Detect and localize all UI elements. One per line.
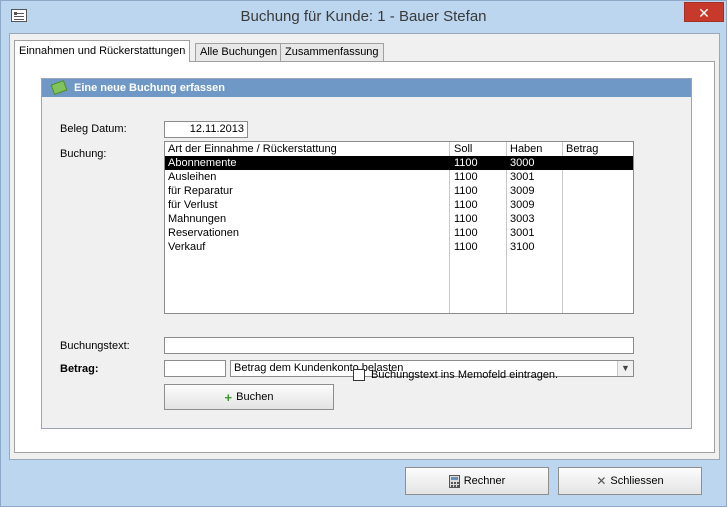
list-item[interactable]: für Verlust 1100 3009 (165, 198, 633, 212)
list-cell-haben: 3100 (510, 241, 535, 253)
close-button[interactable]: ✕ (684, 2, 724, 22)
list-cell-art: Mahnungen (168, 213, 227, 225)
list-cell-haben: 3000 (510, 157, 535, 169)
chevron-down-icon[interactable]: ▼ (617, 361, 633, 376)
ticket-icon (50, 79, 68, 96)
list-cell-soll: 1100 (454, 157, 478, 169)
list-cell-art: Verkauf (168, 241, 206, 253)
buchen-button[interactable]: + Buchen (164, 384, 334, 410)
column-header-art: Art der Einnahme / Rückerstattung (168, 143, 337, 155)
section-title: Eine neue Buchung erfassen (74, 82, 225, 94)
section-header: Eine neue Buchung erfassen (42, 79, 691, 97)
column-header-betrag: Betrag (566, 143, 599, 155)
list-cell-haben: 3009 (510, 199, 535, 211)
tab-einnahmen[interactable]: Einnahmen und Rückerstattungen (14, 40, 191, 62)
column-header-haben: Haben (510, 143, 543, 155)
tab-zusammenfassung[interactable]: Zusammenfassung (280, 43, 384, 62)
list-cell-soll: 1100 (454, 213, 478, 225)
dialog-window: Buchung für Kunde: 1 - Bauer Stefan ✕ Ei… (0, 0, 727, 507)
list-rows: Abonnemente 1100 3000 Ausleihen 1100 3001 für … (165, 156, 633, 254)
title-bar: Buchung für Kunde: 1 - Bauer Stefan ✕ (1, 1, 726, 33)
list-cell-haben: 3001 (510, 227, 535, 239)
schliessen-label: Schliessen (610, 475, 664, 487)
list-item[interactable]: Verkauf 1100 3100 (165, 240, 633, 254)
list-cell-soll: 1100 (454, 171, 478, 183)
betrag-label: Betrag: (60, 363, 99, 375)
booking-type-list[interactable]: Art der Einnahme / Rückerstattung Soll H… (164, 141, 634, 314)
window-title: Buchung für Kunde: 1 - Bauer Stefan (240, 8, 487, 25)
tab-alle-buchungen[interactable]: Alle Buchungen (195, 43, 283, 62)
memo-checkbox-label[interactable]: Buchungstext ins Memofeld eintragen. (371, 369, 558, 381)
column-header-soll: Soll (454, 143, 473, 155)
beleg-datum-field[interactable]: 12.11.2013 (164, 121, 248, 138)
list-cell-soll: 1100 (454, 227, 478, 239)
schliessen-button[interactable]: ✕ Schliessen (558, 467, 702, 495)
list-cell-soll: 1100 (454, 199, 478, 211)
list-header: Art der Einnahme / Rückerstattung Soll H… (165, 142, 633, 156)
list-cell-art: für Reparatur (168, 185, 233, 197)
list-cell-soll: 1100 (454, 241, 478, 253)
list-cell-art: Ausleihen (168, 171, 217, 183)
list-item[interactable]: Reservationen 1100 3001 (165, 226, 633, 240)
list-item[interactable]: Mahnungen 1100 3003 (165, 212, 633, 226)
buchen-label: Buchen (236, 391, 274, 403)
list-cell-haben: 3003 (510, 213, 535, 225)
list-cell-haben: 3001 (510, 171, 535, 183)
client-area: Einnahmen und Rückerstattungen Alle Buch… (9, 33, 720, 460)
tab-panel: Eine neue Buchung erfassen Beleg Datum: … (14, 61, 715, 453)
list-cell-art: Abonnemente (168, 157, 237, 169)
calculator-icon (448, 474, 460, 488)
beleg-datum-label: Beleg Datum: (60, 123, 127, 135)
memo-checkbox[interactable] (353, 369, 365, 381)
list-cell-art: für Verlust (168, 199, 218, 211)
list-cell-art: Reservationen (168, 227, 239, 239)
add-booking-icon: + (224, 389, 233, 405)
buchungstext-field[interactable] (164, 337, 634, 354)
betrag-field[interactable] (164, 360, 226, 377)
rechner-label: Rechner (463, 475, 506, 487)
rechner-button[interactable]: Rechner (405, 467, 549, 495)
list-cell-soll: 1100 (454, 185, 478, 197)
list-item[interactable]: für Reparatur 1100 3009 (165, 184, 633, 198)
list-item[interactable]: Abonnemente 1100 3000 (165, 156, 633, 170)
buchung-label: Buchung: (60, 148, 107, 160)
new-booking-group: Eine neue Buchung erfassen Beleg Datum: … (41, 78, 692, 429)
buchungstext-label: Buchungstext: (60, 340, 130, 352)
close-icon: ✕ (596, 474, 607, 488)
list-item[interactable]: Ausleihen 1100 3001 (165, 170, 633, 184)
list-cell-haben: 3009 (510, 185, 535, 197)
